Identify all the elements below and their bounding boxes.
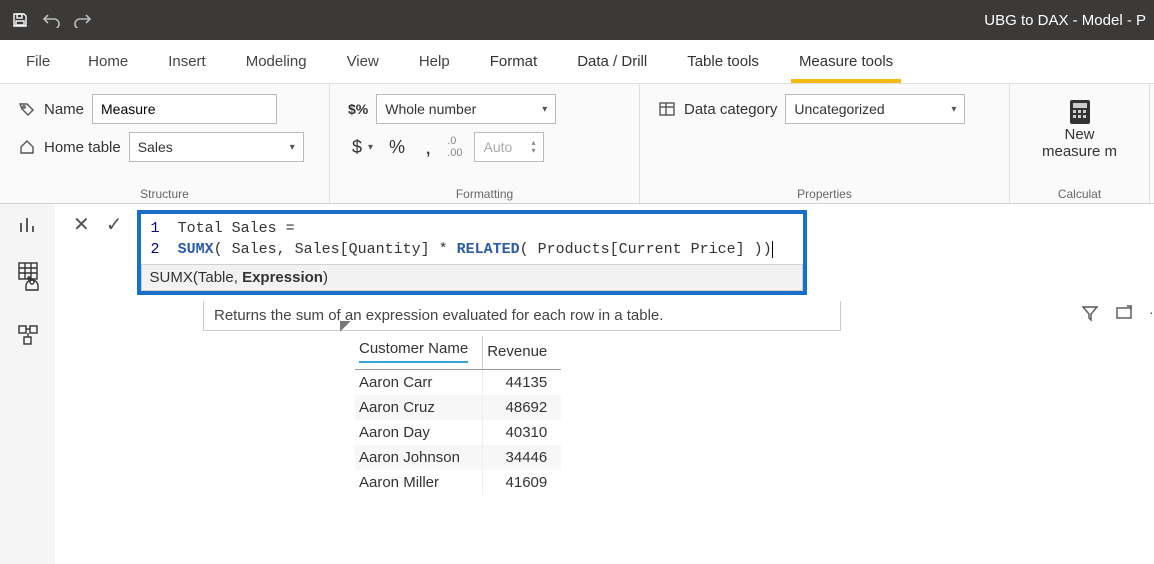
tag-icon xyxy=(18,100,36,118)
new-measure-label-2: measure m xyxy=(1042,143,1117,160)
table-row: Aaron Cruz48692 xyxy=(355,395,561,420)
chevron-down-icon: ▾ xyxy=(290,142,295,153)
focus-mode-icon[interactable] xyxy=(1115,304,1133,322)
tab-format[interactable]: Format xyxy=(470,39,558,83)
new-measure-label-1: New xyxy=(1064,126,1094,143)
chevron-down-icon: ▾ xyxy=(542,104,547,115)
table-row: Aaron Day40310 xyxy=(355,420,561,445)
tab-home[interactable]: Home xyxy=(68,39,148,83)
data-category-value: Uncategorized xyxy=(794,101,884,117)
percent-button[interactable]: % xyxy=(385,137,409,158)
undo-icon[interactable] xyxy=(42,12,60,28)
data-category-icon xyxy=(658,100,676,118)
formula-cancel-icon[interactable]: ✕ xyxy=(63,210,100,239)
formula-text: ( Products[Current Price] ) xyxy=(520,241,763,258)
tab-insert[interactable]: Insert xyxy=(148,39,226,83)
currency-dropdown-icon[interactable]: ▾ xyxy=(368,142,373,153)
model-view-icon[interactable] xyxy=(17,324,39,346)
formula-line-1: Total Sales = xyxy=(178,220,295,237)
decimals-value: Auto xyxy=(483,139,512,155)
chevron-down-icon: ▾ xyxy=(951,104,956,115)
home-table-value: Sales xyxy=(138,139,173,155)
tab-modeling[interactable]: Modeling xyxy=(226,39,327,83)
format-value: Whole number xyxy=(385,101,476,117)
format-select[interactable]: Whole number ▾ xyxy=(376,94,556,124)
table-row: Aaron Miller41609 xyxy=(355,470,561,495)
home-table-icon xyxy=(18,138,36,156)
table-row: Aaron Johnson34446 xyxy=(355,445,561,470)
data-view-icon[interactable] xyxy=(17,260,39,282)
home-table-label: Home table xyxy=(44,139,121,156)
formula-commit-icon[interactable]: ✓ xyxy=(100,210,129,239)
measure-name-input[interactable] xyxy=(92,94,277,124)
column-header[interactable]: Customer Name xyxy=(355,336,483,370)
currency-button[interactable]: $ xyxy=(348,137,366,158)
formula-editor[interactable]: 1 Total Sales = 2 SUMX( Sales, Sales[Qua… xyxy=(137,210,807,295)
more-options-icon[interactable]: ··· xyxy=(1149,304,1154,322)
data-category-label: Data category xyxy=(684,101,777,118)
dax-keyword: RELATED xyxy=(457,241,520,258)
filter-icon[interactable] xyxy=(1081,304,1099,322)
comma-button[interactable]: , xyxy=(421,142,435,152)
report-view-icon[interactable] xyxy=(17,214,39,236)
structure-caption: Structure xyxy=(0,187,329,201)
new-measure-button[interactable]: New measure m xyxy=(1032,94,1127,164)
calculator-icon xyxy=(1066,98,1094,126)
data-table: Customer Name Revenue Aaron Carr44135 Aa… xyxy=(355,336,561,495)
home-table-select[interactable]: Sales ▾ xyxy=(129,132,304,162)
dax-keyword: SUMX xyxy=(178,241,214,258)
resize-handle[interactable]: ◤ xyxy=(340,317,351,334)
tab-help[interactable]: Help xyxy=(399,39,470,83)
data-category-select[interactable]: Uncategorized ▾ xyxy=(785,94,965,124)
properties-caption: Properties xyxy=(640,187,1009,201)
tab-file[interactable]: File xyxy=(8,39,68,83)
name-label: Name xyxy=(44,101,84,118)
column-header[interactable]: Revenue xyxy=(483,336,562,370)
intellisense-signature: SUMX(Table, Expression) xyxy=(141,264,803,291)
tab-view[interactable]: View xyxy=(327,39,399,83)
line-number: 1 xyxy=(151,220,160,237)
tab-measure-tools[interactable]: Measure tools xyxy=(779,39,913,83)
table-row: Aaron Carr44135 xyxy=(355,370,561,396)
format-icon: $% xyxy=(348,101,368,117)
formula-text: ( Sales, Sales[Quantity] * xyxy=(214,241,457,258)
decimals-spinner[interactable]: Auto ▴▾ xyxy=(474,132,544,162)
calculations-caption: Calculat xyxy=(1010,187,1149,201)
decimal-places-icon[interactable]: .0.00 xyxy=(447,135,462,159)
save-icon[interactable] xyxy=(12,12,28,28)
tab-data-drill[interactable]: Data / Drill xyxy=(557,39,667,83)
line-number: 2 xyxy=(151,241,160,258)
app-title: UBG to DAX - Model - P xyxy=(984,12,1154,29)
redo-icon[interactable] xyxy=(74,12,92,28)
tab-table-tools[interactable]: Table tools xyxy=(667,39,779,83)
formatting-caption: Formatting xyxy=(330,187,639,201)
table-visual[interactable]: ··· ◤ ◥ Customer Name Revenue Aaron Carr… xyxy=(345,322,1154,542)
